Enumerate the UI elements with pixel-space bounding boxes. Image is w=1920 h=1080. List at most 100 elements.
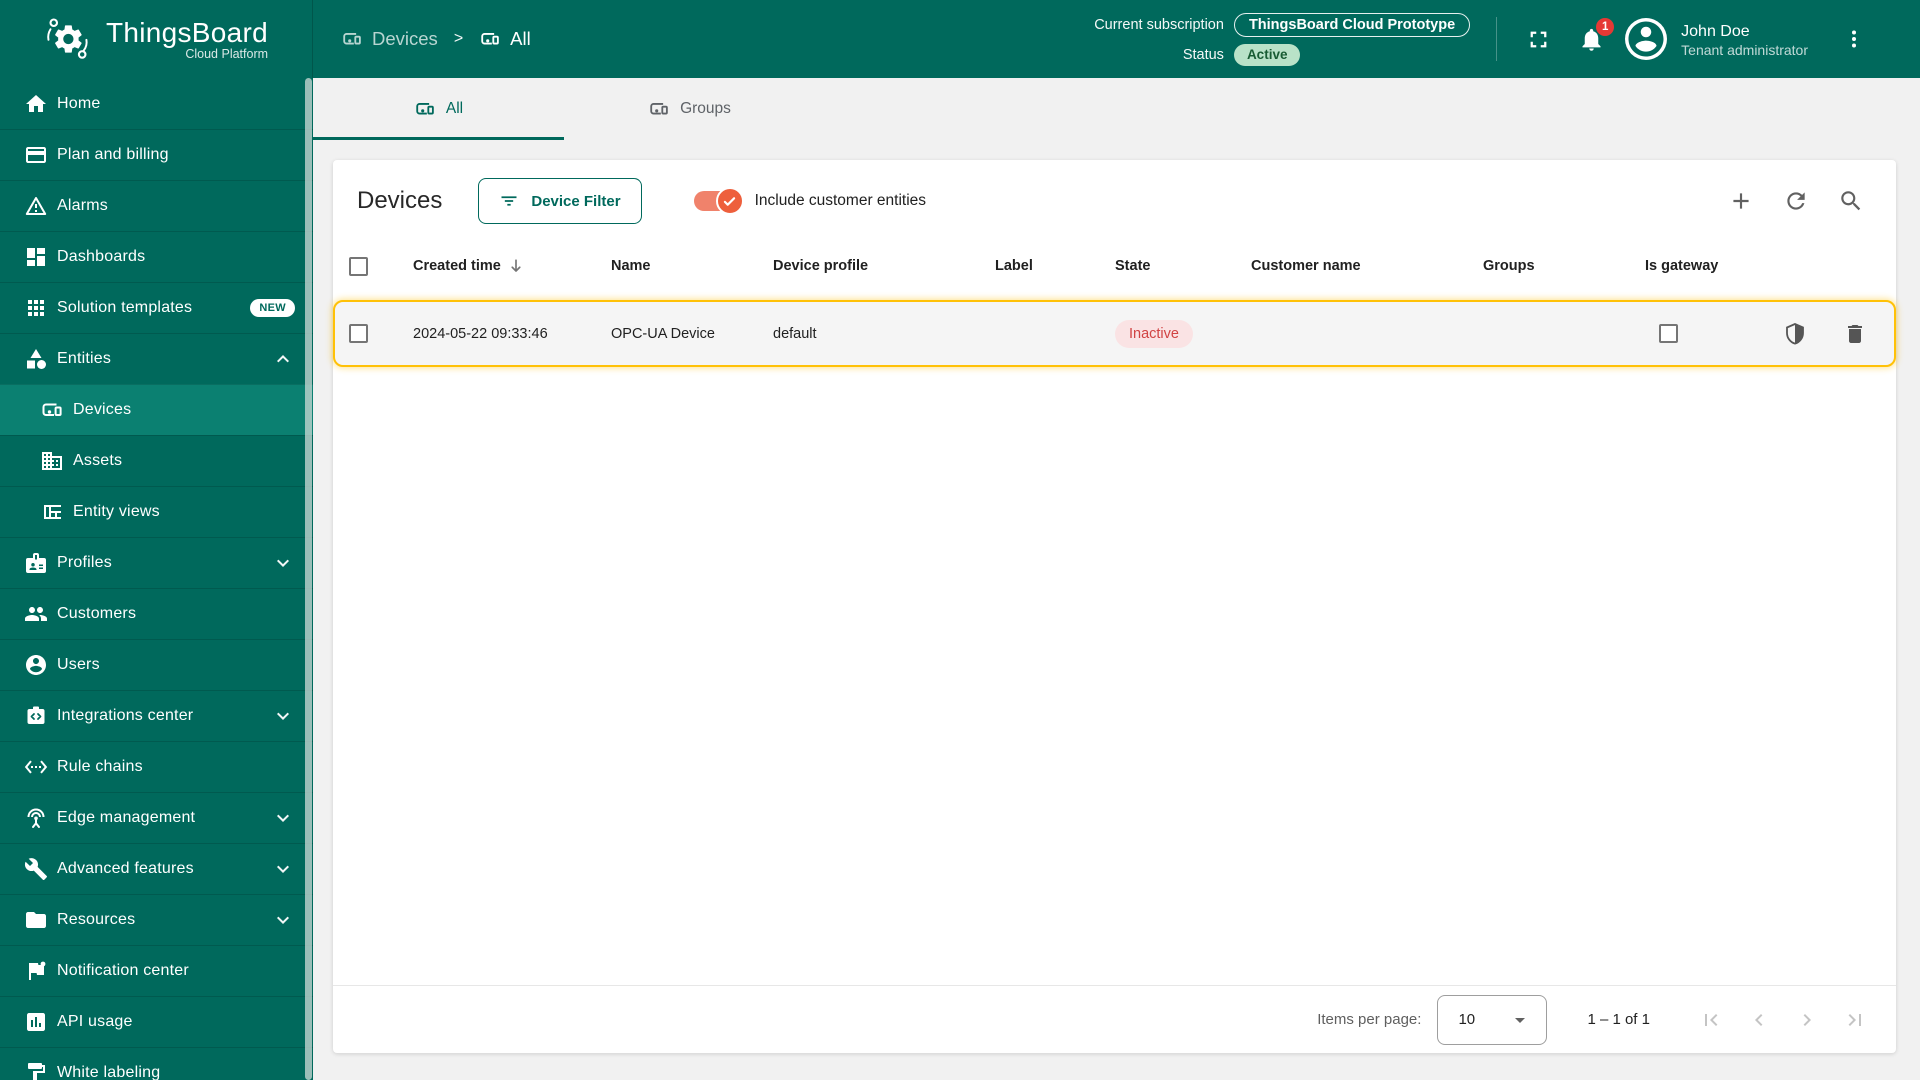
person-icon [24,653,48,677]
sidebar-item-entities[interactable]: Entities [0,333,313,384]
sidebar-item-solution-templates[interactable]: Solution templates NEW [0,282,313,333]
sidebar-item-customers[interactable]: Customers [0,588,313,639]
tab-all[interactable]: All [313,78,564,140]
page-title: Devices [357,187,443,214]
column-label[interactable]: Label [995,258,1115,274]
refresh-icon [1783,188,1809,214]
last-page-button[interactable] [1838,1003,1872,1037]
row-checkbox[interactable] [349,324,368,343]
add-device-button[interactable] [1720,180,1762,222]
new-badge: NEW [250,299,295,317]
refresh-button[interactable] [1775,180,1817,222]
avatar[interactable] [1625,16,1668,62]
devices-card: Devices Device Filter Include customer e… [333,160,1896,1053]
sidebar-item-integrations-center[interactable]: Integrations center [0,690,313,741]
sidebar-item-dashboards[interactable]: Dashboards [0,231,313,282]
tools-icon [24,857,48,881]
toggle-track [693,187,744,215]
user-role: Tenant administrator [1681,41,1808,58]
chevron-right-icon [1795,1008,1819,1032]
sidebar-item-assets[interactable]: Assets [0,435,313,486]
pagination-bar: Items per page: 10 1 – 1 of 1 [333,985,1896,1053]
sidebar-item-entity-views[interactable]: Entity views [0,486,313,537]
credit-card-icon [24,143,48,167]
row-actions [1765,322,1894,346]
table-toolbar [1720,180,1872,222]
first-page-icon [1699,1008,1723,1032]
sidebar-item-edge-management[interactable]: Edge management [0,792,313,843]
toggle-label: Include customer entities [754,192,927,209]
column-is-gateway[interactable]: Is gateway [1645,258,1765,274]
user-menu[interactable]: John Doe Tenant administrator [1681,21,1808,58]
items-per-page-select[interactable]: 10 [1437,994,1548,1045]
apps-grid-icon [24,296,48,320]
sidebar-item-home[interactable]: Home [0,78,313,129]
sidebar-item-notification-center[interactable]: Notification center [0,945,313,996]
brand-name: ThingsBoard [105,16,269,48]
flag-icon [24,959,48,983]
tab-groups[interactable]: Groups [564,78,815,140]
delete-device-button[interactable] [1843,322,1867,346]
view-quilt-icon [40,500,64,524]
sidebar-item-devices[interactable]: Devices [0,384,313,435]
sidebar-scrollbar[interactable] [305,78,312,1080]
check-icon [721,193,738,210]
next-page-button[interactable] [1790,1003,1824,1037]
breadcrumb-all[interactable]: All [479,28,531,50]
app-logo[interactable]: ThingsBoard Cloud Platform [0,0,313,78]
antenna-icon [24,806,48,830]
folder-icon [24,908,48,932]
trash-icon [1843,322,1867,346]
sidebar-item-alarms[interactable]: Alarms [0,180,313,231]
device-filter-button[interactable]: Device Filter [478,178,642,224]
paint-icon [24,1061,48,1080]
sidebar-item-advanced-features[interactable]: Advanced features [0,843,313,894]
is-gateway-checkbox[interactable] [1659,324,1678,343]
select-all-checkbox[interactable] [349,256,368,276]
subscription-label: Current subscription [1094,16,1224,33]
manage-credentials-button[interactable] [1783,322,1807,346]
column-groups[interactable]: Groups [1483,258,1645,274]
more-menu-button[interactable] [1834,19,1874,59]
column-created-time[interactable]: Created time [413,256,611,276]
sidebar-item-white-labeling[interactable]: White labeling [0,1047,313,1080]
sidebar-item-api-usage[interactable]: API usage [0,996,313,1047]
subscription-chip[interactable]: ThingsBoard Cloud Prototype [1233,12,1471,37]
chevron-down-icon [271,908,295,932]
shield-icon [1783,322,1807,346]
person-icon [1625,16,1667,62]
sidebar-item-rule-chains[interactable]: Rule chains [0,741,313,792]
device-icon [648,98,670,120]
shapes-icon [24,347,48,371]
caret-down-icon [1508,1008,1532,1032]
previous-page-button[interactable] [1742,1003,1776,1037]
header-divider [1496,17,1498,61]
column-name[interactable]: Name [611,258,773,274]
column-customer-name[interactable]: Customer name [1251,258,1483,274]
dashboard-icon [24,245,48,269]
breadcrumb-separator: > [453,30,464,47]
fullscreen-button[interactable] [1517,18,1560,61]
app-header: ThingsBoard Cloud Platform Devices > All… [0,0,1920,78]
chevron-left-icon [1747,1008,1771,1032]
include-customer-entities-toggle[interactable]: Include customer entities [693,187,927,215]
search-button[interactable] [1830,180,1872,222]
sidebar-item-profiles[interactable]: Profiles [0,537,313,588]
sidebar-item-users[interactable]: Users [0,639,313,690]
pagination-range: 1 – 1 of 1 [1587,1011,1650,1028]
column-device-profile[interactable]: Device profile [773,258,995,274]
breadcrumb-devices[interactable]: Devices [341,28,438,50]
main-content: All Groups Devices Device Filter Include… [313,78,1920,1080]
first-page-button[interactable] [1694,1003,1728,1037]
sort-desc-icon [506,256,526,276]
notifications-button[interactable]: 1 [1570,17,1615,61]
device-icon [479,28,501,50]
column-state[interactable]: State [1115,258,1251,274]
cell-device-profile: default [773,325,817,342]
sidebar-item-plan-and-billing[interactable]: Plan and billing [0,129,313,180]
last-page-icon [1843,1008,1867,1032]
table-row[interactable]: 2024-05-22 09:33:46 OPC-UA Device defaul… [333,300,1896,367]
sidebar-item-resources[interactable]: Resources [0,894,313,945]
plus-icon [1728,188,1754,214]
people-icon [24,602,48,626]
